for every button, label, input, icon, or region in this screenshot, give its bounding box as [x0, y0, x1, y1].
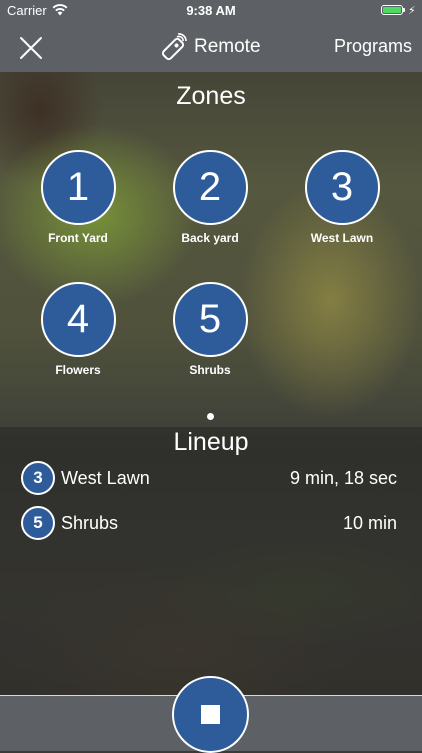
nav-title-label: Remote: [194, 36, 261, 57]
page-indicator-dot: [207, 413, 214, 420]
close-icon[interactable]: [18, 35, 44, 61]
nav-bar: Remote Programs: [0, 22, 422, 72]
zone-label: Back yard: [181, 231, 239, 245]
lineup-zone-badge: 5: [21, 506, 55, 540]
lineup-zone-badge: 3: [21, 461, 55, 495]
zone-label: Shrubs: [189, 363, 231, 377]
programs-button[interactable]: Programs: [334, 36, 412, 57]
lineup-duration: 9 min, 18 sec: [289, 467, 397, 488]
lineup-row[interactable]: 5 Shrubs 10 min: [21, 506, 397, 540]
zone-label: Flowers: [55, 363, 101, 377]
battery-icon: [381, 5, 403, 15]
clock: 9:38 AM: [186, 3, 236, 18]
status-bar: Carrier 9:38 AM ⚡: [0, 0, 422, 22]
lineup-row[interactable]: 3 West Lawn 9 min, 18 sec: [21, 461, 397, 495]
zone-5[interactable]: 5 Shrubs: [155, 282, 265, 377]
zone-2[interactable]: 2 Back yard: [155, 150, 265, 245]
nav-title: Remote: [158, 29, 261, 65]
battery-tip: [403, 8, 405, 12]
stop-icon: [201, 705, 220, 724]
zone-4[interactable]: 4 Flowers: [23, 282, 133, 377]
zone-label: Front Yard: [48, 231, 108, 245]
stop-button[interactable]: [172, 676, 249, 753]
lineup-title: Lineup: [173, 428, 249, 456]
remote-icon: [161, 33, 187, 61]
zone-1[interactable]: 1 Front Yard: [23, 150, 133, 245]
lineup-zone-name: West Lawn: [61, 467, 150, 488]
lineup-duration: 10 min: [342, 512, 397, 533]
charging-icon: ⚡: [408, 5, 416, 17]
zone-number[interactable]: 3: [304, 150, 380, 225]
zones-title: Zones: [176, 82, 246, 110]
zone-number[interactable]: 2: [172, 150, 248, 225]
zone-number[interactable]: 1: [40, 150, 116, 225]
zone-number[interactable]: 5: [172, 282, 248, 357]
zone-label: West Lawn: [310, 231, 374, 245]
zone-3[interactable]: 3 West Lawn: [287, 150, 397, 245]
lineup-zone-name: Shrubs: [61, 512, 119, 533]
zone-number[interactable]: 4: [40, 282, 116, 357]
